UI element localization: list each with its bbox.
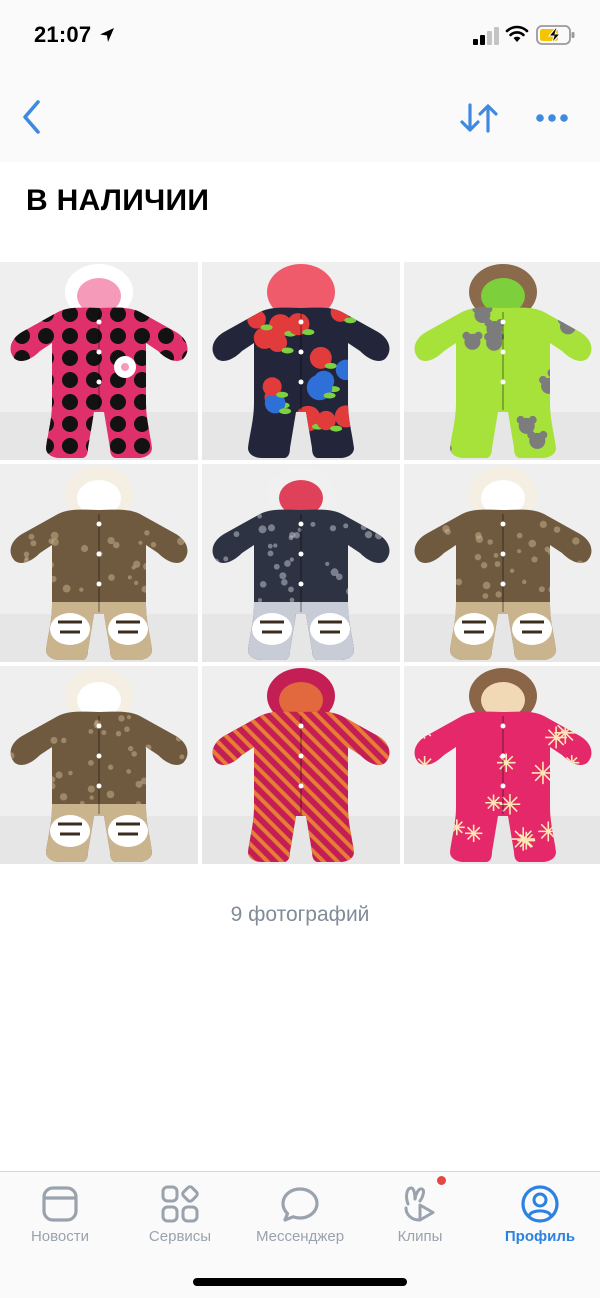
status-bar: 21:07: [0, 0, 600, 70]
snowsuit-image: [0, 666, 198, 864]
services-icon: [161, 1185, 199, 1223]
clips-icon: [404, 1186, 435, 1222]
album-title: В НАЛИЧИИ: [26, 184, 210, 217]
photo-grid: [0, 262, 600, 864]
photo-thumbnail[interactable]: [0, 666, 198, 864]
tab-clips[interactable]: Клипы: [360, 1172, 480, 1258]
photo-count: 9 фотографий: [230, 903, 370, 926]
tab-profile[interactable]: Профиль: [480, 1172, 600, 1258]
sort-arrows-icon: [460, 103, 498, 133]
tab-messenger-label: Мессенджер: [255, 1228, 345, 1245]
tab-messenger[interactable]: Мессенджер: [240, 1172, 360, 1258]
photo-thumbnail[interactable]: [404, 464, 600, 662]
tab-profile-label: Профиль: [504, 1228, 576, 1245]
snowsuit-image: [404, 666, 600, 864]
tab-services[interactable]: Сервисы: [120, 1172, 240, 1258]
home-indicator[interactable]: [193, 1278, 407, 1286]
photo-thumbnail[interactable]: [202, 464, 400, 662]
snowsuit-image: [0, 262, 198, 460]
notification-badge: [437, 1176, 446, 1185]
photo-thumbnail[interactable]: [0, 262, 198, 460]
chevron-left-icon: [23, 100, 40, 134]
photo-thumbnail[interactable]: [404, 666, 600, 864]
chat-bubble-icon: [281, 1187, 319, 1222]
navigation-bar: [0, 70, 600, 162]
more-options-button[interactable]: [530, 100, 574, 136]
tab-news[interactable]: Новости: [0, 1172, 120, 1258]
location-arrow-icon: [100, 28, 114, 42]
tab-news-label: Новости: [30, 1228, 90, 1245]
news-icon: [42, 1186, 78, 1222]
photo-thumbnail[interactable]: [404, 262, 600, 460]
snowsuit-image: [0, 464, 198, 662]
status-time: 21:07: [34, 22, 92, 47]
snowsuit-image: [202, 666, 400, 864]
profile-icon: [521, 1185, 559, 1223]
snowsuit-image: [202, 464, 400, 662]
sort-button[interactable]: [456, 98, 502, 138]
photo-thumbnail[interactable]: [202, 666, 400, 864]
back-button[interactable]: [14, 96, 48, 138]
tab-services-label: Сервисы: [148, 1228, 212, 1245]
snowsuit-image: [404, 262, 600, 460]
cellular-signal-icon: [473, 27, 499, 45]
photo-thumbnail[interactable]: [202, 262, 400, 460]
wifi-icon: [505, 25, 529, 42]
battery-charging-icon: [536, 25, 575, 45]
more-dots-icon: [536, 114, 568, 122]
tab-clips-label: Клипы: [397, 1228, 443, 1245]
snowsuit-image: [404, 464, 600, 662]
snowsuit-image: [202, 262, 400, 460]
photo-thumbnail[interactable]: [0, 464, 198, 662]
